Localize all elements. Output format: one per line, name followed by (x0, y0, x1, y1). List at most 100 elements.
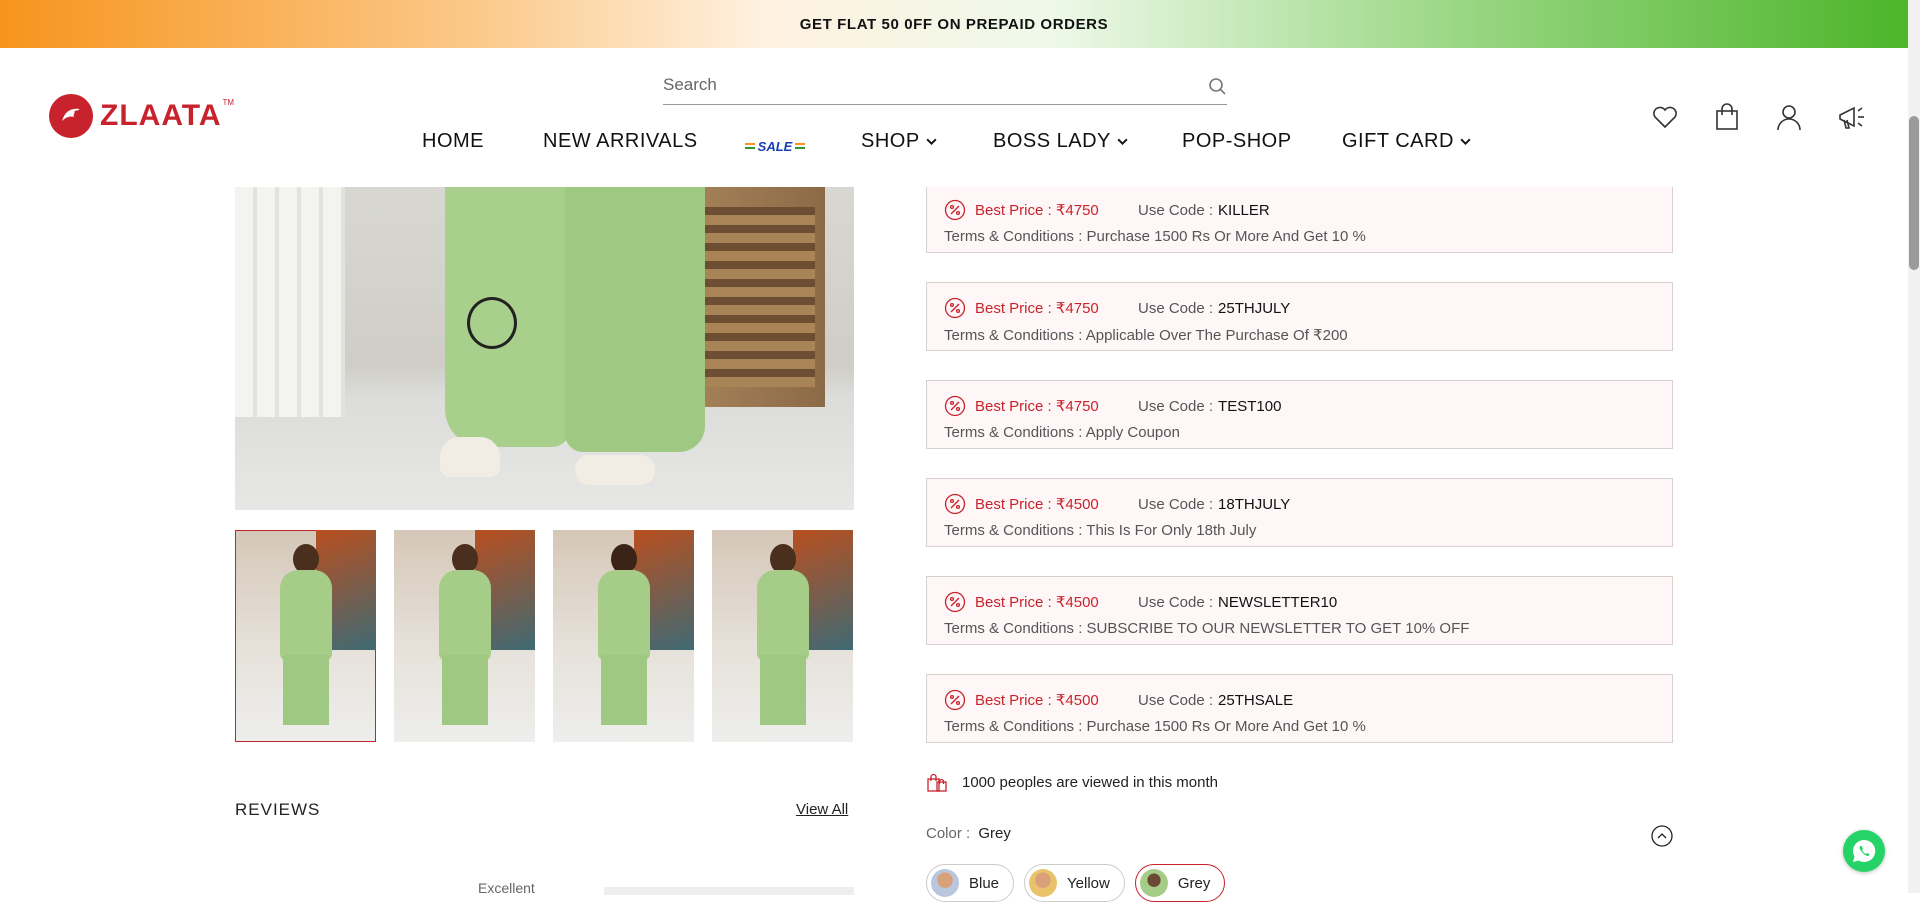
nav-shop-label: SHOP (861, 130, 920, 152)
offer-card[interactable]: Best Price : ₹4750 Use Code : TEST100 Te… (926, 380, 1673, 449)
product-main-image[interactable] (235, 187, 854, 510)
offer-terms: Terms & Conditions : Apply Coupon (944, 424, 1180, 441)
search-input[interactable] (663, 68, 1163, 102)
use-code-label: Use Code : (1138, 495, 1214, 513)
brand-tm: TM (222, 97, 235, 107)
user-icon[interactable] (1774, 102, 1804, 132)
chevron-down-icon (1117, 138, 1128, 146)
swatch-label: Grey (1177, 874, 1211, 892)
rating-bar (604, 887, 854, 895)
swatch-label: Yellow (1067, 874, 1110, 892)
discount-icon (944, 689, 966, 711)
thumb-pant (283, 655, 329, 725)
color-option-blue[interactable]: Blue (926, 864, 1015, 902)
thumbnail[interactable] (235, 530, 376, 742)
nav-new-arrivals[interactable]: NEW ARRIVALS (543, 130, 698, 153)
heart-icon[interactable] (1650, 102, 1680, 132)
color-option-yellow[interactable]: Yellow (1024, 864, 1125, 902)
use-code-label: Use Code : (1138, 397, 1214, 415)
offer-terms: Terms & Conditions : This Is For Only 18… (944, 522, 1257, 539)
rating-label: Excellent (478, 880, 535, 896)
bag-icon[interactable] (1712, 102, 1742, 132)
offer-line1: Best Price : ₹4750 Use Code : 25THJULY (944, 297, 1290, 319)
thumb-top (757, 570, 809, 660)
thumb-top (280, 570, 332, 660)
promo-text: GET FLAT 50 0FF ON PREPAID ORDERS (799, 15, 1109, 33)
whatsapp-icon (1853, 839, 1876, 862)
nav-new-arrivals-label: NEW ARRIVALS (543, 130, 698, 152)
thumb-pant (601, 655, 647, 725)
color-selector-header: Color : Grey (926, 825, 1673, 847)
promo-bar: GET FLAT 50 0FF ON PREPAID ORDERS (0, 0, 1908, 48)
coupon-code: 25THJULY (1218, 299, 1291, 317)
coupon-code: 25THSALE (1218, 691, 1294, 709)
thumb-top (598, 570, 650, 660)
discount-icon (944, 297, 966, 319)
nav-pop-shop-label: POP-SHOP (1182, 130, 1292, 152)
nav-gift-card-label: GIFT CARD (1342, 130, 1454, 152)
offer-line1: Best Price : ₹4500 Use Code : 25THSALE (944, 689, 1293, 711)
main-nav: HOME NEW ARRIVALS SALE SHOP BOSS LADY PO… (0, 130, 1908, 164)
offer-line1: Best Price : ₹4750 Use Code : TEST100 (944, 395, 1281, 417)
megaphone-icon[interactable] (1836, 102, 1866, 132)
image-pant-right (565, 187, 705, 452)
offer-card[interactable]: Best Price : ₹4500 Use Code : 25THSALE T… (926, 674, 1673, 743)
thumbnail[interactable] (394, 530, 535, 742)
nav-home[interactable]: HOME (422, 130, 484, 153)
offer-card[interactable]: Best Price : ₹4750 Use Code : 25THJULY T… (926, 282, 1673, 351)
search-bar (663, 68, 1227, 105)
thumbnail-strip (235, 530, 854, 742)
color-swatches: Blue Yellow Grey (926, 864, 1226, 902)
color-option-grey[interactable]: Grey (1134, 864, 1226, 902)
use-code-label: Use Code : (1138, 691, 1214, 709)
best-price: Best Price : ₹4500 (975, 496, 1099, 513)
offer-line1: Best Price : ₹4500 Use Code : NEWSLETTER… (944, 591, 1337, 613)
best-price: Best Price : ₹4750 (975, 202, 1099, 219)
offer-terms: Terms & Conditions : Purchase 1500 Rs Or… (944, 718, 1366, 735)
offer-terms: Terms & Conditions : Purchase 1500 Rs Or… (944, 228, 1366, 245)
views-info: 1000 peoples are viewed in this month (926, 771, 1218, 793)
nav-shop[interactable]: SHOP (861, 130, 938, 153)
coupon-code: KILLER (1218, 201, 1270, 219)
chevron-down-icon (926, 138, 937, 146)
discount-icon (944, 591, 966, 613)
thumbnail[interactable] (712, 530, 853, 742)
discount-icon (944, 493, 966, 515)
view-all-link[interactable]: View All (796, 801, 848, 818)
thumbnail[interactable] (553, 530, 694, 742)
sale-stripe-left (745, 143, 755, 149)
offer-card[interactable]: Best Price : ₹4500 Use Code : 18THJULY T… (926, 478, 1673, 547)
chevron-down-icon (1460, 138, 1471, 146)
color-selected-value: Grey (978, 825, 1011, 842)
nav-boss-lady[interactable]: BOSS LADY (993, 130, 1129, 153)
use-code-label: Use Code : (1138, 593, 1214, 611)
use-code-label: Use Code : (1138, 299, 1214, 317)
best-price: Best Price : ₹4750 (975, 398, 1099, 415)
search-icon[interactable] (1207, 76, 1227, 96)
nav-pop-shop[interactable]: POP-SHOP (1182, 130, 1292, 153)
scrollbar-thumb[interactable] (1909, 116, 1919, 270)
nav-sale-badge[interactable]: SALE (745, 136, 805, 156)
image-shoe-left (440, 437, 500, 477)
offer-card[interactable]: Best Price : ₹4750 Use Code : KILLER Ter… (926, 184, 1673, 253)
brand-name: ZLAATA (100, 99, 222, 132)
offer-terms: Terms & Conditions : Applicable Over The… (944, 327, 1348, 344)
coupon-code: 18THJULY (1218, 495, 1291, 513)
chevron-up-icon[interactable] (1651, 825, 1673, 847)
nav-gift-card[interactable]: GIFT CARD (1342, 130, 1472, 153)
coupon-code: NEWSLETTER10 (1218, 593, 1338, 611)
views-text: 1000 peoples are viewed in this month (962, 773, 1218, 791)
nav-boss-lady-label: BOSS LADY (993, 130, 1111, 152)
sale-badge-text: SALE (757, 138, 793, 154)
page-scrollbar[interactable] (1908, 0, 1920, 893)
best-price: Best Price : ₹4750 (975, 300, 1099, 317)
shopping-bags-icon (927, 773, 947, 792)
offer-card[interactable]: Best Price : ₹4500 Use Code : NEWSLETTER… (926, 576, 1673, 645)
color-label: Color : (926, 825, 971, 842)
best-price: Best Price : ₹4500 (975, 692, 1099, 709)
thumb-pant (760, 655, 806, 725)
header-icons (1650, 102, 1866, 132)
image-window (235, 187, 345, 417)
whatsapp-button[interactable] (1843, 830, 1885, 872)
discount-icon (944, 395, 966, 417)
